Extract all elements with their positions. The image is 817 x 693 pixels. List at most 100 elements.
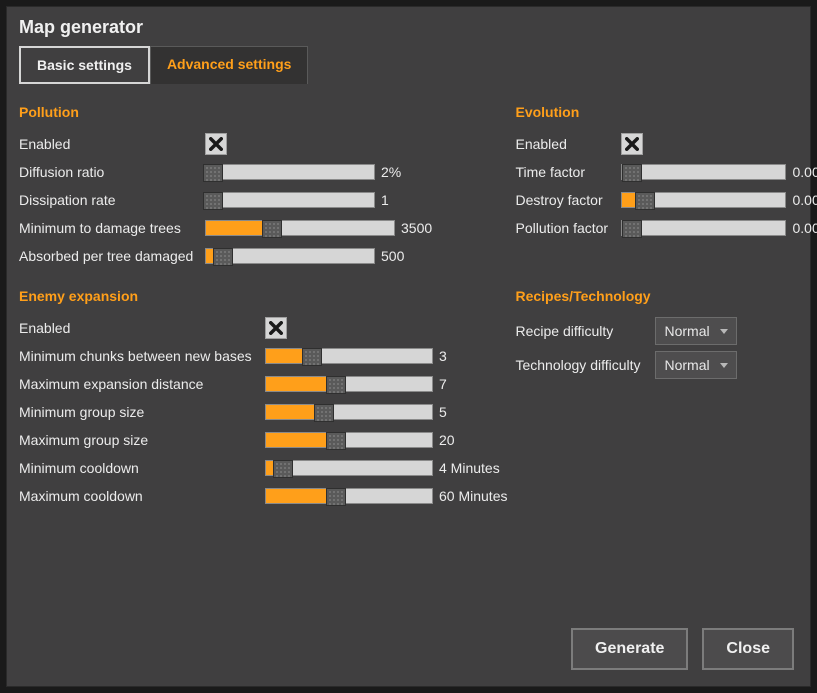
recipes-section: Recipes/Technology Recipe difficulty Nor… [515,288,817,382]
expansion-row-label: Maximum cooldown [19,488,265,504]
expansion-slider[interactable] [265,460,433,476]
evolution-row-label: Destroy factor [515,192,621,208]
expansion-slider[interactable] [265,488,433,504]
expansion-row: Maximum cooldown 60 Minutes [19,482,507,510]
pollution-slider[interactable] [205,192,375,208]
pollution-row-control: 1 [205,192,421,208]
generate-button[interactable]: Generate [571,628,688,670]
expansion-row-control: 20 [265,432,479,448]
tabs: Basic settings Advanced settings [7,46,810,84]
recipes-header: Recipes/Technology [515,288,817,304]
pollution-row: Minimum to damage trees 3500 [19,214,507,242]
slider-knob[interactable] [622,164,642,182]
expansion-slider[interactable] [265,348,433,364]
pollution-enabled-checkbox[interactable] [205,133,227,155]
chevron-down-icon [720,329,728,334]
evolution-slider-value: 0.00000400 [792,164,817,180]
expansion-slider[interactable] [265,432,433,448]
recipe-difficulty-select[interactable]: Normal [655,317,737,345]
evolution-enabled-label: Enabled [515,136,621,152]
expansion-slider[interactable] [265,376,433,392]
slider-knob[interactable] [326,432,346,450]
map-generator-window: Map generator Basic settings Advanced se… [6,6,811,687]
technology-difficulty-label: Technology difficulty [515,357,655,373]
expansion-enabled-checkbox[interactable] [265,317,287,339]
evolution-slider-value: 0.00001500 [792,220,817,236]
expansion-slider[interactable] [265,404,433,420]
pollution-slider-value: 1 [381,192,421,208]
tab-advanced-settings[interactable]: Advanced settings [150,46,308,84]
expansion-slider-value: 5 [439,404,479,420]
slider-knob[interactable] [302,348,322,366]
pollution-header: Pollution [19,104,507,120]
expansion-header: Enemy expansion [19,288,507,304]
right-column: Evolution Enabled Time factor0.00000400D… [515,104,817,606]
expansion-slider-value: 60 Minutes [439,488,507,504]
slider-knob[interactable] [273,460,293,478]
expansion-row-label: Minimum cooldown [19,460,265,476]
evolution-row-control: 0.00200000 [621,192,817,208]
x-mark-icon [269,321,283,335]
x-mark-icon [625,137,639,151]
expansion-row-label: Maximum group size [19,432,265,448]
expansion-section: Enemy expansion Enabled Minimum chunks b… [19,288,507,510]
evolution-slider[interactable] [621,164,786,180]
pollution-slider-value: 3500 [401,220,441,236]
pollution-row-control: 2% [205,164,421,180]
window-title: Map generator [7,7,810,46]
slider-knob[interactable] [314,404,334,422]
left-column: Pollution Enabled Diffusion ratio2%Dissi… [19,104,507,606]
slider-knob[interactable] [635,192,655,210]
evolution-enabled-checkbox[interactable] [621,133,643,155]
pollution-row-control: 500 [205,248,421,264]
expansion-row: Minimum chunks between new bases3 [19,342,507,370]
evolution-section: Evolution Enabled Time factor0.00000400D… [515,104,817,242]
expansion-slider-value: 4 Minutes [439,460,500,476]
slider-knob[interactable] [213,248,233,266]
content: Pollution Enabled Diffusion ratio2%Dissi… [7,84,810,618]
pollution-row-label: Minimum to damage trees [19,220,205,236]
recipe-difficulty-value: Normal [664,323,709,339]
expansion-row-label: Minimum chunks between new bases [19,348,265,364]
pollution-slider-value: 500 [381,248,421,264]
pollution-row-label: Absorbed per tree damaged [19,248,205,264]
evolution-row: Time factor 0.00000400 [515,158,817,186]
tab-basic-settings[interactable]: Basic settings [19,46,150,84]
x-mark-icon [209,137,223,151]
evolution-row-label: Time factor [515,164,621,180]
slider-knob[interactable] [262,220,282,238]
pollution-row: Dissipation rate1 [19,186,507,214]
pollution-slider[interactable] [205,248,375,264]
expansion-row: Minimum group size5 [19,398,507,426]
slider-knob[interactable] [622,220,642,238]
expansion-row-control: 7 [265,376,479,392]
evolution-row-label: Pollution factor [515,220,621,236]
technology-difficulty-value: Normal [664,357,709,373]
evolution-slider-value: 0.00200000 [792,192,817,208]
evolution-row-control: 0.00000400 [621,164,817,180]
slider-knob[interactable] [203,192,223,210]
evolution-slider[interactable] [621,192,786,208]
footer: Generate Close [7,618,810,686]
expansion-row-control: 4 Minutes [265,460,500,476]
slider-knob[interactable] [326,488,346,506]
pollution-slider[interactable] [205,220,395,236]
pollution-row-control: 3500 [205,220,441,236]
expansion-row: Maximum expansion distance7 [19,370,507,398]
pollution-enabled-label: Enabled [19,136,205,152]
evolution-row: Destroy factor 0.00200000 [515,186,817,214]
expansion-slider-value: 7 [439,376,479,392]
pollution-row: Diffusion ratio2% [19,158,507,186]
technology-difficulty-select[interactable]: Normal [655,351,737,379]
close-button[interactable]: Close [702,628,794,670]
chevron-down-icon [720,363,728,368]
pollution-slider[interactable] [205,164,375,180]
expansion-row: Maximum group size20 [19,426,507,454]
expansion-enabled-label: Enabled [19,320,265,336]
pollution-row-label: Diffusion ratio [19,164,205,180]
expansion-row-control: 60 Minutes [265,488,507,504]
slider-knob[interactable] [203,164,223,182]
evolution-slider[interactable] [621,220,786,236]
evolution-row-control: 0.00001500 [621,220,817,236]
slider-knob[interactable] [326,376,346,394]
